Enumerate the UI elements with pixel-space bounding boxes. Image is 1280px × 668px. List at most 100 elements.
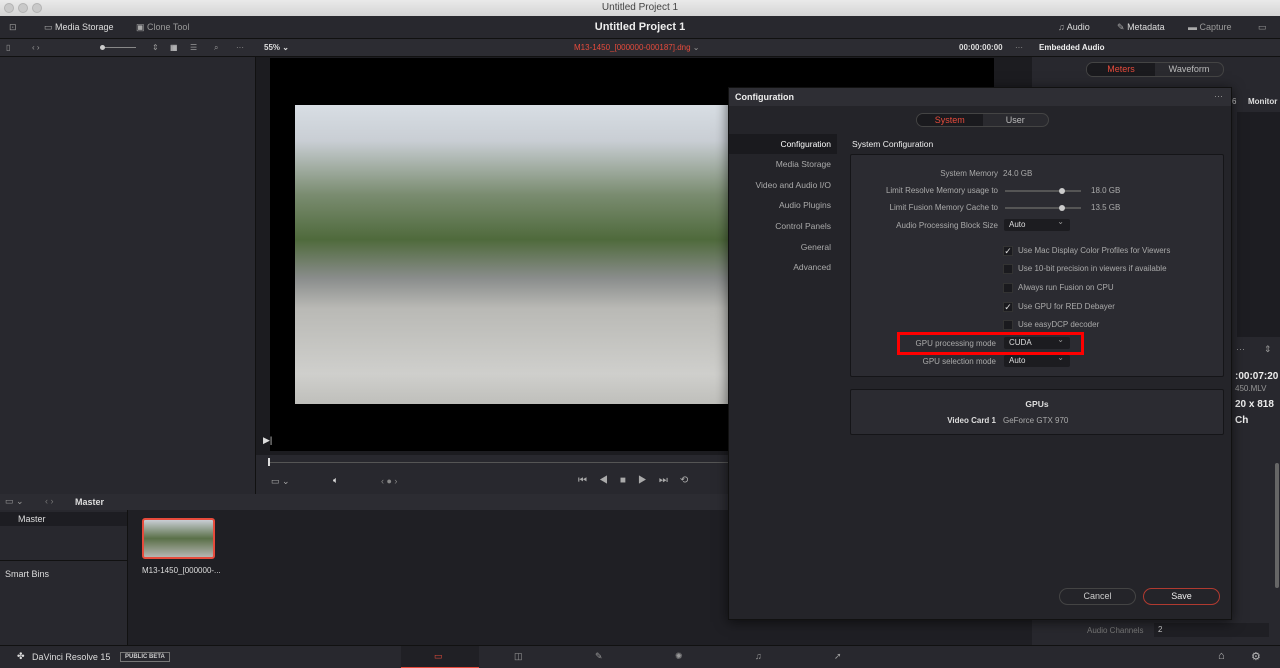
limit-fusion-label: Limit Fusion Memory Cache to bbox=[889, 203, 998, 212]
volume-icon[interactable]: 🔈︎ bbox=[333, 475, 338, 486]
slider-knob[interactable] bbox=[1059, 188, 1065, 194]
clip-name-dropdown[interactable]: M13-1450_[000000-000187].dng ⌄ bbox=[574, 39, 699, 57]
home-icon[interactable]: ⌂ bbox=[1218, 650, 1225, 662]
capture-button[interactable]: ▬ Capture bbox=[1188, 16, 1232, 39]
dialog-options-icon[interactable]: ··· bbox=[1214, 91, 1223, 101]
metadata-button[interactable]: ✎ Metadata bbox=[1117, 16, 1165, 39]
nav-media-storage[interactable]: Media Storage bbox=[729, 154, 837, 174]
panel-options-icon[interactable]: ··· bbox=[1236, 344, 1245, 354]
bin-master[interactable]: Master bbox=[0, 512, 127, 526]
search-icon[interactable]: ⌕ bbox=[214, 39, 218, 57]
viewer-options-icon[interactable]: ··· bbox=[1015, 39, 1023, 57]
minimize-window-button[interactable] bbox=[18, 3, 28, 13]
jog-control[interactable]: ‹ ● › bbox=[381, 476, 397, 486]
system-config-box: System Memory 24.0 GB Limit Resolve Memo… bbox=[850, 154, 1224, 377]
settings-gear-icon[interactable]: ⚙ bbox=[1251, 650, 1261, 663]
playhead[interactable] bbox=[268, 458, 270, 466]
thumbnail-size-slider[interactable] bbox=[100, 39, 136, 57]
nav-control-panels[interactable]: Control Panels bbox=[729, 216, 837, 236]
meters-waveform-toggle: Meters Waveform bbox=[1086, 62, 1224, 77]
color-page-icon[interactable]: ✺ bbox=[675, 651, 683, 662]
checkbox[interactable] bbox=[1003, 283, 1013, 293]
deliver-page-icon[interactable]: ➚ bbox=[834, 651, 842, 662]
sidebar-toggle-icon[interactable]: ▯ bbox=[6, 39, 10, 57]
edit-page-icon[interactable]: ◫ bbox=[514, 651, 523, 662]
clone-tool-label: Clone Tool bbox=[147, 22, 190, 32]
tab-system[interactable]: System bbox=[917, 114, 983, 126]
zoom-level: 55% bbox=[264, 43, 281, 52]
zoom-level-dropdown[interactable]: 55% ⌄ bbox=[264, 39, 289, 57]
checkbox[interactable]: ✓ bbox=[1003, 246, 1013, 256]
gpu-mode-label: GPU processing mode bbox=[915, 339, 996, 348]
limit-resolve-slider[interactable] bbox=[1005, 188, 1081, 194]
checkbox-label: Use GPU for RED Debayer bbox=[1018, 302, 1115, 311]
video-card-value: GeForce GTX 970 bbox=[1003, 416, 1069, 425]
list-view-icon[interactable]: ☰ bbox=[190, 39, 197, 57]
nav-configuration[interactable]: Configuration bbox=[729, 134, 837, 154]
gpu-selection-dropdown[interactable]: Auto bbox=[1004, 352, 1070, 367]
settings-nav: Configuration Media Storage Video and Au… bbox=[729, 133, 837, 283]
panel-toggle-icon[interactable]: ⊡ bbox=[9, 16, 17, 39]
limit-fusion-slider[interactable] bbox=[1005, 205, 1081, 211]
system-memory-value: 24.0 GB bbox=[1003, 169, 1033, 178]
cancel-button[interactable]: Cancel bbox=[1059, 588, 1136, 605]
tab-user[interactable]: User bbox=[983, 114, 1049, 126]
app-name: DaVinci Resolve 15 bbox=[32, 652, 111, 662]
grid-view-icon[interactable]: ▦ bbox=[170, 39, 178, 57]
clone-icon: ▣ bbox=[136, 22, 145, 32]
configuration-dialog: Configuration ··· System User Configurat… bbox=[728, 87, 1232, 620]
page-navigation-bar: ✤ DaVinci Resolve 15 PUBLIC BETA ▭ ◫ ✎ ✺… bbox=[0, 645, 1280, 668]
drawer-icon: ▭ bbox=[44, 22, 53, 32]
back-forward-icon[interactable]: ‹ › bbox=[32, 39, 40, 57]
monitor-icon[interactable]: ▭ bbox=[1258, 16, 1267, 39]
checkbox-label: Use Mac Display Color Profiles for Viewe… bbox=[1018, 246, 1171, 255]
checkbox[interactable] bbox=[1003, 264, 1013, 274]
audio-button[interactable]: ♫ Audio bbox=[1058, 16, 1090, 39]
scrollbar[interactable] bbox=[1275, 463, 1279, 588]
tab-waveform[interactable]: Waveform bbox=[1155, 63, 1223, 76]
media-page-icon: ▭ bbox=[434, 651, 443, 661]
nav-advanced[interactable]: Advanced bbox=[729, 257, 837, 277]
media-storage-panel bbox=[0, 57, 256, 494]
checkbox[interactable] bbox=[1003, 320, 1013, 330]
sort-icon[interactable]: ⇕ bbox=[152, 39, 159, 57]
close-window-button[interactable] bbox=[4, 3, 14, 13]
bin-list-toggle-icon[interactable]: ▭ ⌄ bbox=[5, 496, 24, 507]
tab-meters[interactable]: Meters bbox=[1087, 63, 1155, 76]
save-button[interactable]: Save bbox=[1143, 588, 1220, 605]
checkbox[interactable]: ✓ bbox=[1003, 302, 1013, 312]
clip-thumbnail[interactable] bbox=[142, 518, 215, 559]
clip-resolution: 20 x 818 bbox=[1235, 399, 1274, 410]
limit-resolve-value: 18.0 GB bbox=[1091, 186, 1121, 195]
metadata-label: Metadata bbox=[1127, 22, 1165, 32]
clip-duration: :00:07:20 bbox=[1235, 371, 1279, 382]
zoom-window-button[interactable] bbox=[32, 3, 42, 13]
media-storage-button[interactable]: ▭ Media Storage bbox=[44, 16, 114, 39]
page-media[interactable]: ▭ bbox=[401, 646, 479, 668]
viewer-mode-icon[interactable]: ▭ ⌄ bbox=[271, 476, 290, 487]
capture-label: Capture bbox=[1199, 22, 1232, 32]
more-options-icon[interactable]: ··· bbox=[236, 39, 244, 57]
window-title-bar: Untitled Project 1 bbox=[0, 0, 1280, 16]
public-beta-badge: PUBLIC BETA bbox=[120, 652, 170, 662]
fairlight-page-icon[interactable]: ♫ bbox=[755, 651, 762, 661]
fusion-page-icon[interactable]: ✎ bbox=[595, 651, 603, 662]
transport-controls[interactable]: ⏮◀■▶⏭⟲ bbox=[578, 475, 700, 486]
timecode: 00:00:00:00 bbox=[959, 43, 1003, 52]
nav-arrows-icon[interactable]: ‹ › bbox=[45, 496, 54, 506]
audio-block-dropdown[interactable]: Auto bbox=[1004, 216, 1070, 231]
slider-knob[interactable] bbox=[1059, 205, 1065, 211]
clone-tool-button[interactable]: ▣ Clone Tool bbox=[136, 16, 189, 39]
window-title: Untitled Project 1 bbox=[601, 2, 679, 13]
gpu-mode-dropdown[interactable]: CUDA bbox=[1004, 334, 1070, 349]
nav-video-audio-io[interactable]: Video and Audio I/O bbox=[729, 175, 837, 195]
expand-icon[interactable]: ⇕ bbox=[1264, 344, 1272, 355]
capture-icon: ▬ bbox=[1188, 22, 1197, 32]
main-toolbar: ⊡ ▭ Media Storage ▣ Clone Tool Untitled … bbox=[0, 16, 1280, 39]
nav-general[interactable]: General bbox=[729, 237, 837, 257]
clip-name: M13-1450_[000000-000187].dng bbox=[574, 43, 691, 52]
audio-channels-field[interactable]: 2 bbox=[1154, 623, 1269, 637]
nav-audio-plugins[interactable]: Audio Plugins bbox=[729, 195, 837, 215]
video-card-label: Video Card 1 bbox=[947, 416, 996, 425]
play-frame-icon[interactable]: ▶| bbox=[263, 435, 272, 446]
